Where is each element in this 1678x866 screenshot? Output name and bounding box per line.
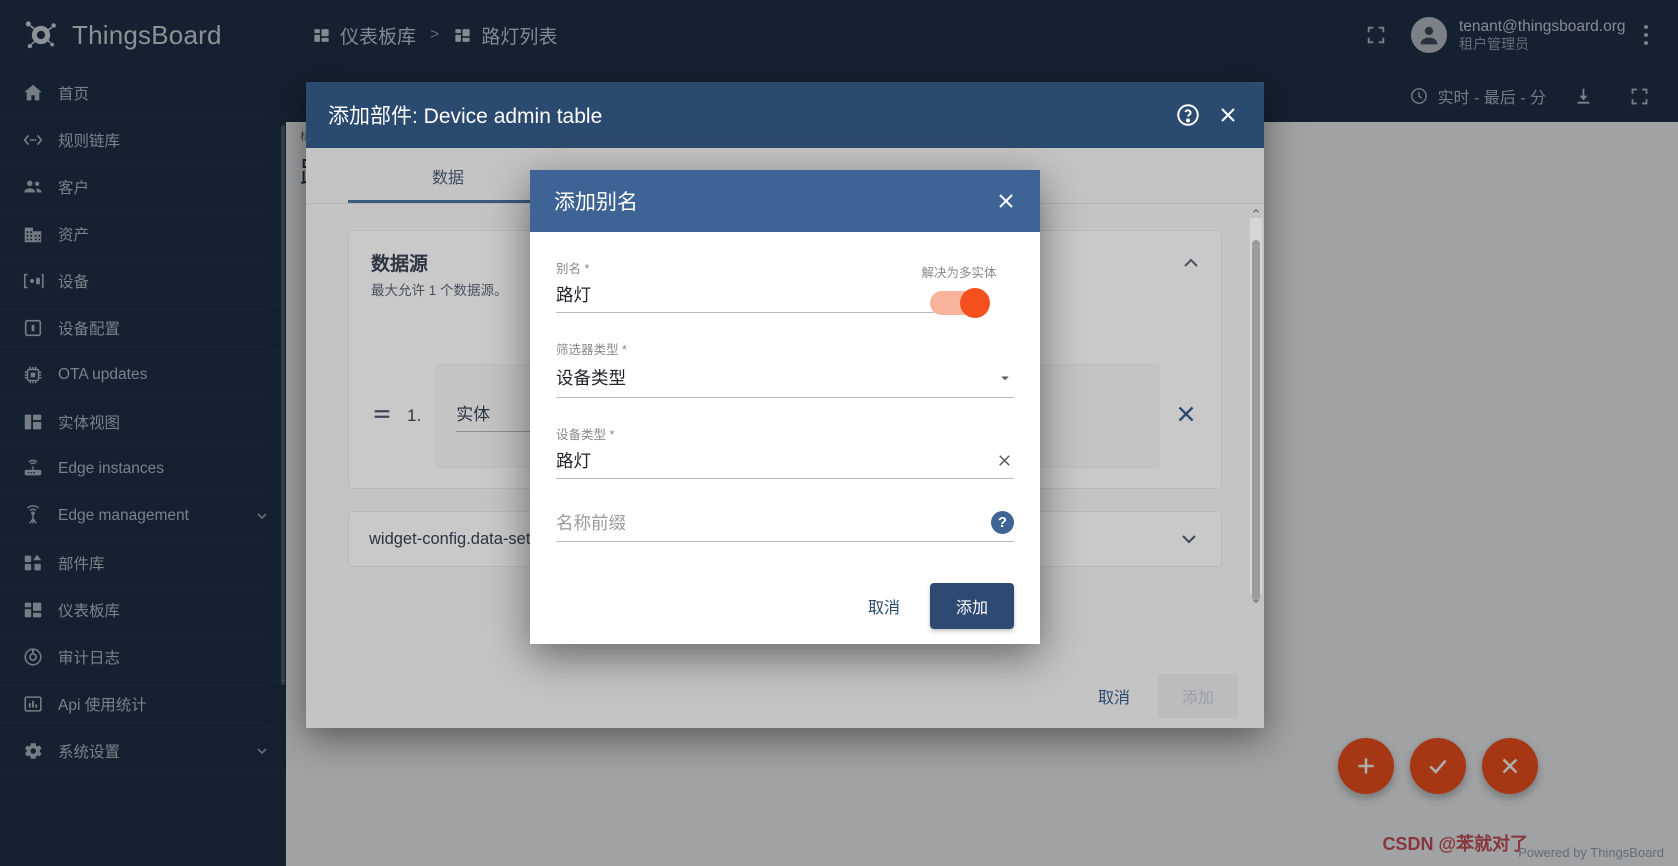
chevron-up-icon — [1179, 251, 1203, 275]
filter-type-label: 筛选器类型 * — [556, 339, 1014, 358]
add-alias-dialog: 添加别名 别名 * 解决为多实体 筛选器类型 — [530, 170, 1040, 644]
datasource-collapse-button[interactable] — [1179, 251, 1203, 280]
toggle-knob — [960, 288, 990, 318]
scroll-down-arrow[interactable] — [1250, 592, 1262, 610]
close-icon — [1173, 401, 1199, 427]
close-icon[interactable] — [995, 451, 1014, 470]
add-widget-scrollbar[interactable] — [1250, 218, 1262, 594]
device-type-input[interactable] — [556, 450, 995, 471]
chevron-up-icon — [1251, 206, 1261, 216]
name-prefix-field: ? — [556, 513, 1014, 542]
filter-type-value: 设备类型 — [556, 365, 996, 390]
add-widget-footer: 取消 添加 — [306, 664, 1264, 728]
chevron-down-icon — [1251, 596, 1261, 606]
app-root: ThingsBoard 首页 规则链库 客户 资产 设备 设备配置 OTA — [0, 0, 1678, 866]
device-type-field: 设备类型 * — [556, 424, 1014, 479]
add-alias-cancel-button[interactable]: 取消 — [850, 585, 918, 627]
name-prefix-help-button[interactable]: ? — [991, 511, 1014, 534]
tab-label: 数据 — [432, 170, 464, 187]
add-widget-help-button[interactable] — [1168, 95, 1208, 135]
resolve-multiple-label: 解决为多实体 — [904, 262, 1014, 281]
add-widget-close-button[interactable] — [1208, 95, 1248, 135]
resolve-multiple-toggle[interactable] — [930, 291, 988, 315]
filter-type-field: 筛选器类型 * 设备类型 — [556, 339, 1014, 398]
add-alias-footer: 取消 添加 — [530, 568, 1040, 644]
chevron-down-icon — [996, 369, 1014, 387]
close-icon — [994, 189, 1018, 213]
device-type-input-line — [556, 450, 1014, 479]
chevron-down-icon — [1177, 527, 1201, 551]
add-widget-add-button[interactable]: 添加 — [1158, 674, 1238, 718]
scroll-up-arrow[interactable] — [1250, 202, 1262, 220]
name-prefix-input[interactable] — [556, 513, 1014, 534]
device-type-label: 设备类型 * — [556, 424, 1014, 443]
resolve-multiple-toggle-group: 解决为多实体 — [904, 262, 1014, 315]
filter-type-select-line[interactable]: 设备类型 — [556, 365, 1014, 398]
add-alias-title: 添加别名 — [554, 186, 986, 216]
alias-input[interactable] — [556, 284, 934, 305]
add-alias-header: 添加别名 — [530, 170, 1040, 232]
add-alias-body: 别名 * 解决为多实体 筛选器类型 * 设备类型 — [530, 232, 1040, 568]
drag-handle-icon[interactable] — [371, 403, 393, 430]
add-widget-dialog-title: 添加部件: Device admin table — [328, 100, 1168, 130]
name-prefix-input-line — [556, 513, 1014, 542]
datasource-index: 1. — [407, 406, 421, 426]
close-icon — [1216, 103, 1240, 127]
alias-input-line — [556, 284, 934, 313]
add-widget-cancel-button[interactable]: 取消 — [1080, 675, 1148, 717]
scrollbar-thumb[interactable] — [1252, 240, 1260, 600]
datasource-remove-button[interactable] — [1173, 401, 1199, 432]
tab-data[interactable]: 数据 — [348, 164, 548, 203]
alias-field: 别名 * 解决为多实体 — [556, 258, 1014, 313]
add-alias-add-button[interactable]: 添加 — [930, 583, 1014, 629]
data-settings-label: widget-config.data-set — [369, 530, 530, 549]
help-icon — [1175, 102, 1201, 128]
add-widget-dialog-header: 添加部件: Device admin table — [306, 82, 1264, 148]
add-alias-close-button[interactable] — [986, 181, 1026, 221]
